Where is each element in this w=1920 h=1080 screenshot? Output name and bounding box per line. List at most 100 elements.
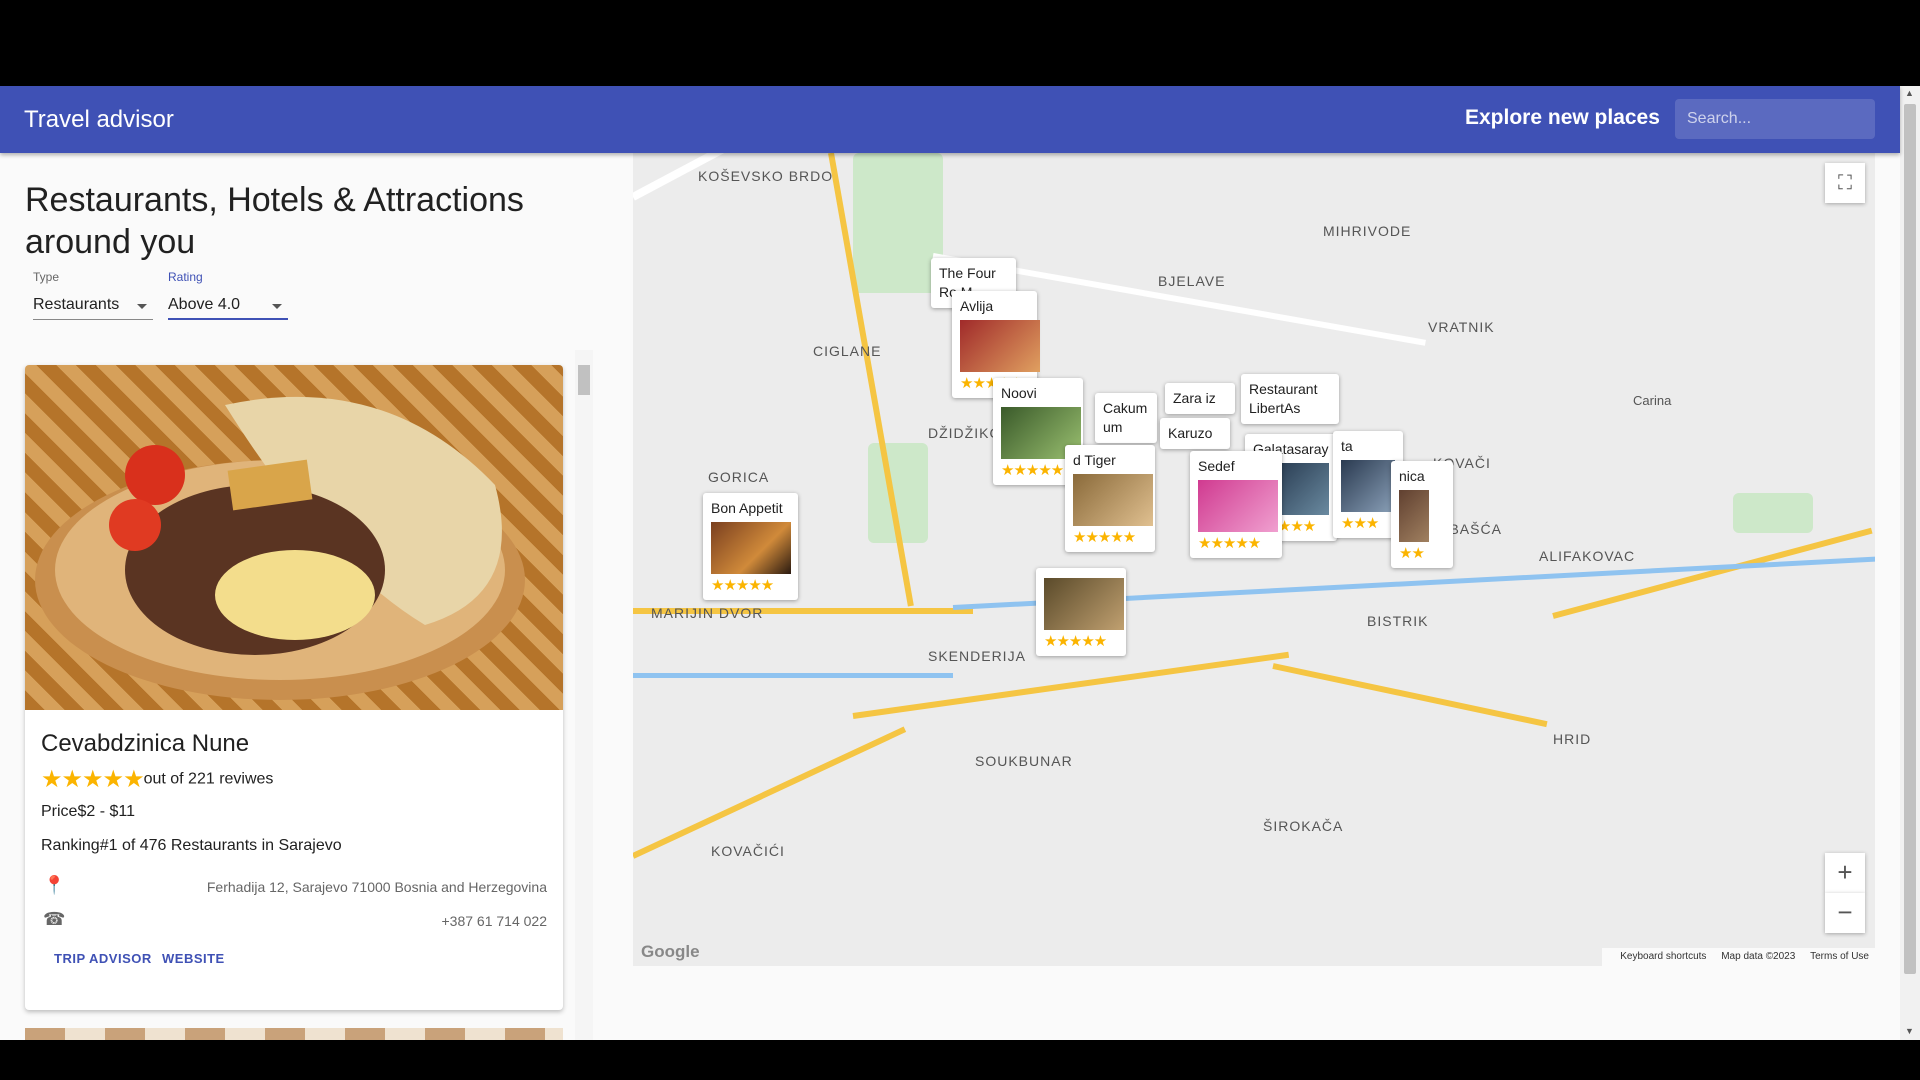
trip-advisor-button[interactable]: TRIP ADVISOR xyxy=(54,951,152,966)
map-pin[interactable]: Cakum um xyxy=(1095,393,1157,443)
pin-photo xyxy=(711,522,791,574)
map-pin[interactable]: d Tiger ★★★★★ xyxy=(1065,445,1155,552)
pin-name: Bon Appetit xyxy=(711,500,783,516)
scroll-down-icon[interactable]: ▼ xyxy=(1905,1026,1914,1036)
map-pin[interactable]: Restaurant LibertAs xyxy=(1241,374,1339,424)
ranking-label: Ranking xyxy=(41,837,100,854)
area-label: MIHRIVODE xyxy=(1323,223,1412,239)
area-label: SKENDERIJA xyxy=(928,648,1026,664)
list-scrollbar-thumb[interactable] xyxy=(578,365,590,395)
rating-stars: ★★★★★ xyxy=(1044,633,1107,650)
place-rating: ★★★★★out of 221 reviwes xyxy=(41,765,273,794)
type-selected: Restaurants xyxy=(33,296,120,313)
search-input[interactable] xyxy=(1675,99,1875,139)
area-label: Carina xyxy=(1633,393,1672,408)
page-title: Restaurants, Hotels & Attractions around… xyxy=(25,181,524,261)
map[interactable]: KOŠEVSKO BRDO MIHRIVODE BJELAVE VRATNIK … xyxy=(633,153,1875,966)
rating-stars: ★★★★★ xyxy=(1001,462,1064,479)
map-pin[interactable]: Karuzo xyxy=(1160,418,1230,449)
area-label: HRID xyxy=(1553,731,1592,747)
place-card: Cevabdzinica Nune ★★★★★out of 221 reviwe… xyxy=(25,365,563,1010)
fullscreen-button[interactable]: ⛶ xyxy=(1825,163,1865,203)
pin-photo xyxy=(1044,578,1124,630)
website-button[interactable]: WEBSITE xyxy=(162,951,225,966)
type-select[interactable]: Type Restaurants xyxy=(33,270,153,320)
area-label: SOUKBUNAR xyxy=(975,753,1073,769)
ranking-value: #1 of 476 Restaurants in Sarajevo xyxy=(99,837,342,854)
map-pin[interactable]: Zara iz xyxy=(1165,383,1235,414)
pin-name: nica xyxy=(1399,468,1425,484)
pin-name: Cakum um xyxy=(1103,400,1148,435)
rating-select[interactable]: Rating Above 4.0 xyxy=(168,270,288,320)
zoom-in-button[interactable]: + xyxy=(1825,853,1865,893)
google-logo: Google xyxy=(641,942,700,961)
pin-name: Zara iz xyxy=(1173,390,1216,406)
next-place-card xyxy=(25,1028,563,1040)
area-label: CIGLANE xyxy=(813,343,882,359)
pin-name: Noovi xyxy=(1001,385,1037,401)
place-phone: +387 61 714 022 xyxy=(441,913,548,929)
place-list[interactable]: Cevabdzinica Nune ★★★★★out of 221 reviwe… xyxy=(0,350,600,1040)
chevron-down-icon xyxy=(272,304,282,309)
area-label: BJELAVE xyxy=(1158,273,1226,289)
terms-link[interactable]: Terms of Use xyxy=(1810,951,1869,962)
place-photo xyxy=(25,365,563,710)
area-label: MARIJIN DVOR xyxy=(651,605,764,621)
area-label: KOŠEVSKO BRDO xyxy=(698,168,834,184)
pin-name: d Tiger xyxy=(1073,452,1116,468)
explore-label: Explore new places xyxy=(1465,106,1660,129)
area-label: BISTRIK xyxy=(1367,613,1429,629)
zoom-out-button[interactable]: − xyxy=(1825,893,1865,933)
price-value: $2 - $11 xyxy=(77,803,135,820)
road-put-mladih xyxy=(633,726,907,859)
price-row: Price$2 - $11 xyxy=(41,803,135,821)
chevron-down-icon xyxy=(137,304,147,309)
map-pin[interactable]: Sedef ★★★★★ xyxy=(1190,451,1282,558)
rating-stars: ★★★★★ xyxy=(711,577,774,594)
pin-photo xyxy=(1073,474,1153,526)
scroll-up-icon[interactable]: ▲ xyxy=(1905,88,1914,98)
rating-stars: ★★ xyxy=(1399,545,1425,562)
app-title: Travel advisor xyxy=(24,106,174,133)
map-pin[interactable]: Bon Appetit ★★★★★ xyxy=(703,493,798,600)
app-bar: Travel advisor Explore new places xyxy=(0,86,1900,153)
type-label: Type xyxy=(33,270,60,284)
map-footer: Keyboard shortcuts Map data ©2023 Terms … xyxy=(1602,948,1875,966)
area-label: ALIFAKOVAC xyxy=(1539,548,1636,564)
list-scrollbar[interactable] xyxy=(575,350,593,1040)
area-label: GORICA xyxy=(708,469,770,485)
map-data-label: Map data ©2023 xyxy=(1721,951,1796,962)
list-panel: Restaurants, Hotels & Attractions around… xyxy=(0,153,633,1040)
page-scrollbar-thumb[interactable] xyxy=(1904,104,1916,974)
road-m5 xyxy=(1272,663,1548,728)
river-miljacka xyxy=(633,673,953,678)
type-value[interactable]: Restaurants xyxy=(33,290,153,320)
pin-photo xyxy=(1198,480,1278,532)
pin-name: Restaurant LibertAs xyxy=(1249,381,1318,416)
park-area xyxy=(853,153,943,293)
ranking-row: Ranking#1 of 476 Restaurants in Sarajevo xyxy=(41,837,342,855)
map-pin[interactable]: ★★★★★ xyxy=(1036,568,1126,656)
pin-name: Karuzo xyxy=(1168,425,1213,441)
rating-value[interactable]: Above 4.0 xyxy=(168,290,288,320)
pin-photo xyxy=(1341,460,1395,512)
page-scrollbar[interactable]: ▲ ▼ xyxy=(1900,86,1920,1040)
pin-name: Avlija xyxy=(960,298,994,314)
rating-label: Rating xyxy=(168,270,203,284)
rating-selected: Above 4.0 xyxy=(168,296,241,313)
review-count: out of 221 reviwes xyxy=(143,770,274,788)
place-name: Cevabdzinica Nune xyxy=(41,730,250,757)
rating-stars: ★★★★★ xyxy=(41,766,145,793)
park-area xyxy=(1733,493,1813,533)
phone-icon: ☎ xyxy=(43,909,66,929)
pin-name: ta xyxy=(1341,438,1353,454)
pin-name: Sedef xyxy=(1198,458,1235,474)
area-label: ŠIROKAČA xyxy=(1263,818,1344,834)
road-put-mladih xyxy=(852,651,1290,719)
price-label: Price xyxy=(41,803,78,820)
pin-photo xyxy=(1399,490,1429,542)
map-pin[interactable]: nica ★★ xyxy=(1391,461,1453,568)
location-pin-icon: 📍 xyxy=(43,875,66,895)
rating-stars: ★★★★★ xyxy=(1198,535,1261,552)
keyboard-shortcuts-link[interactable]: Keyboard shortcuts xyxy=(1620,951,1706,962)
